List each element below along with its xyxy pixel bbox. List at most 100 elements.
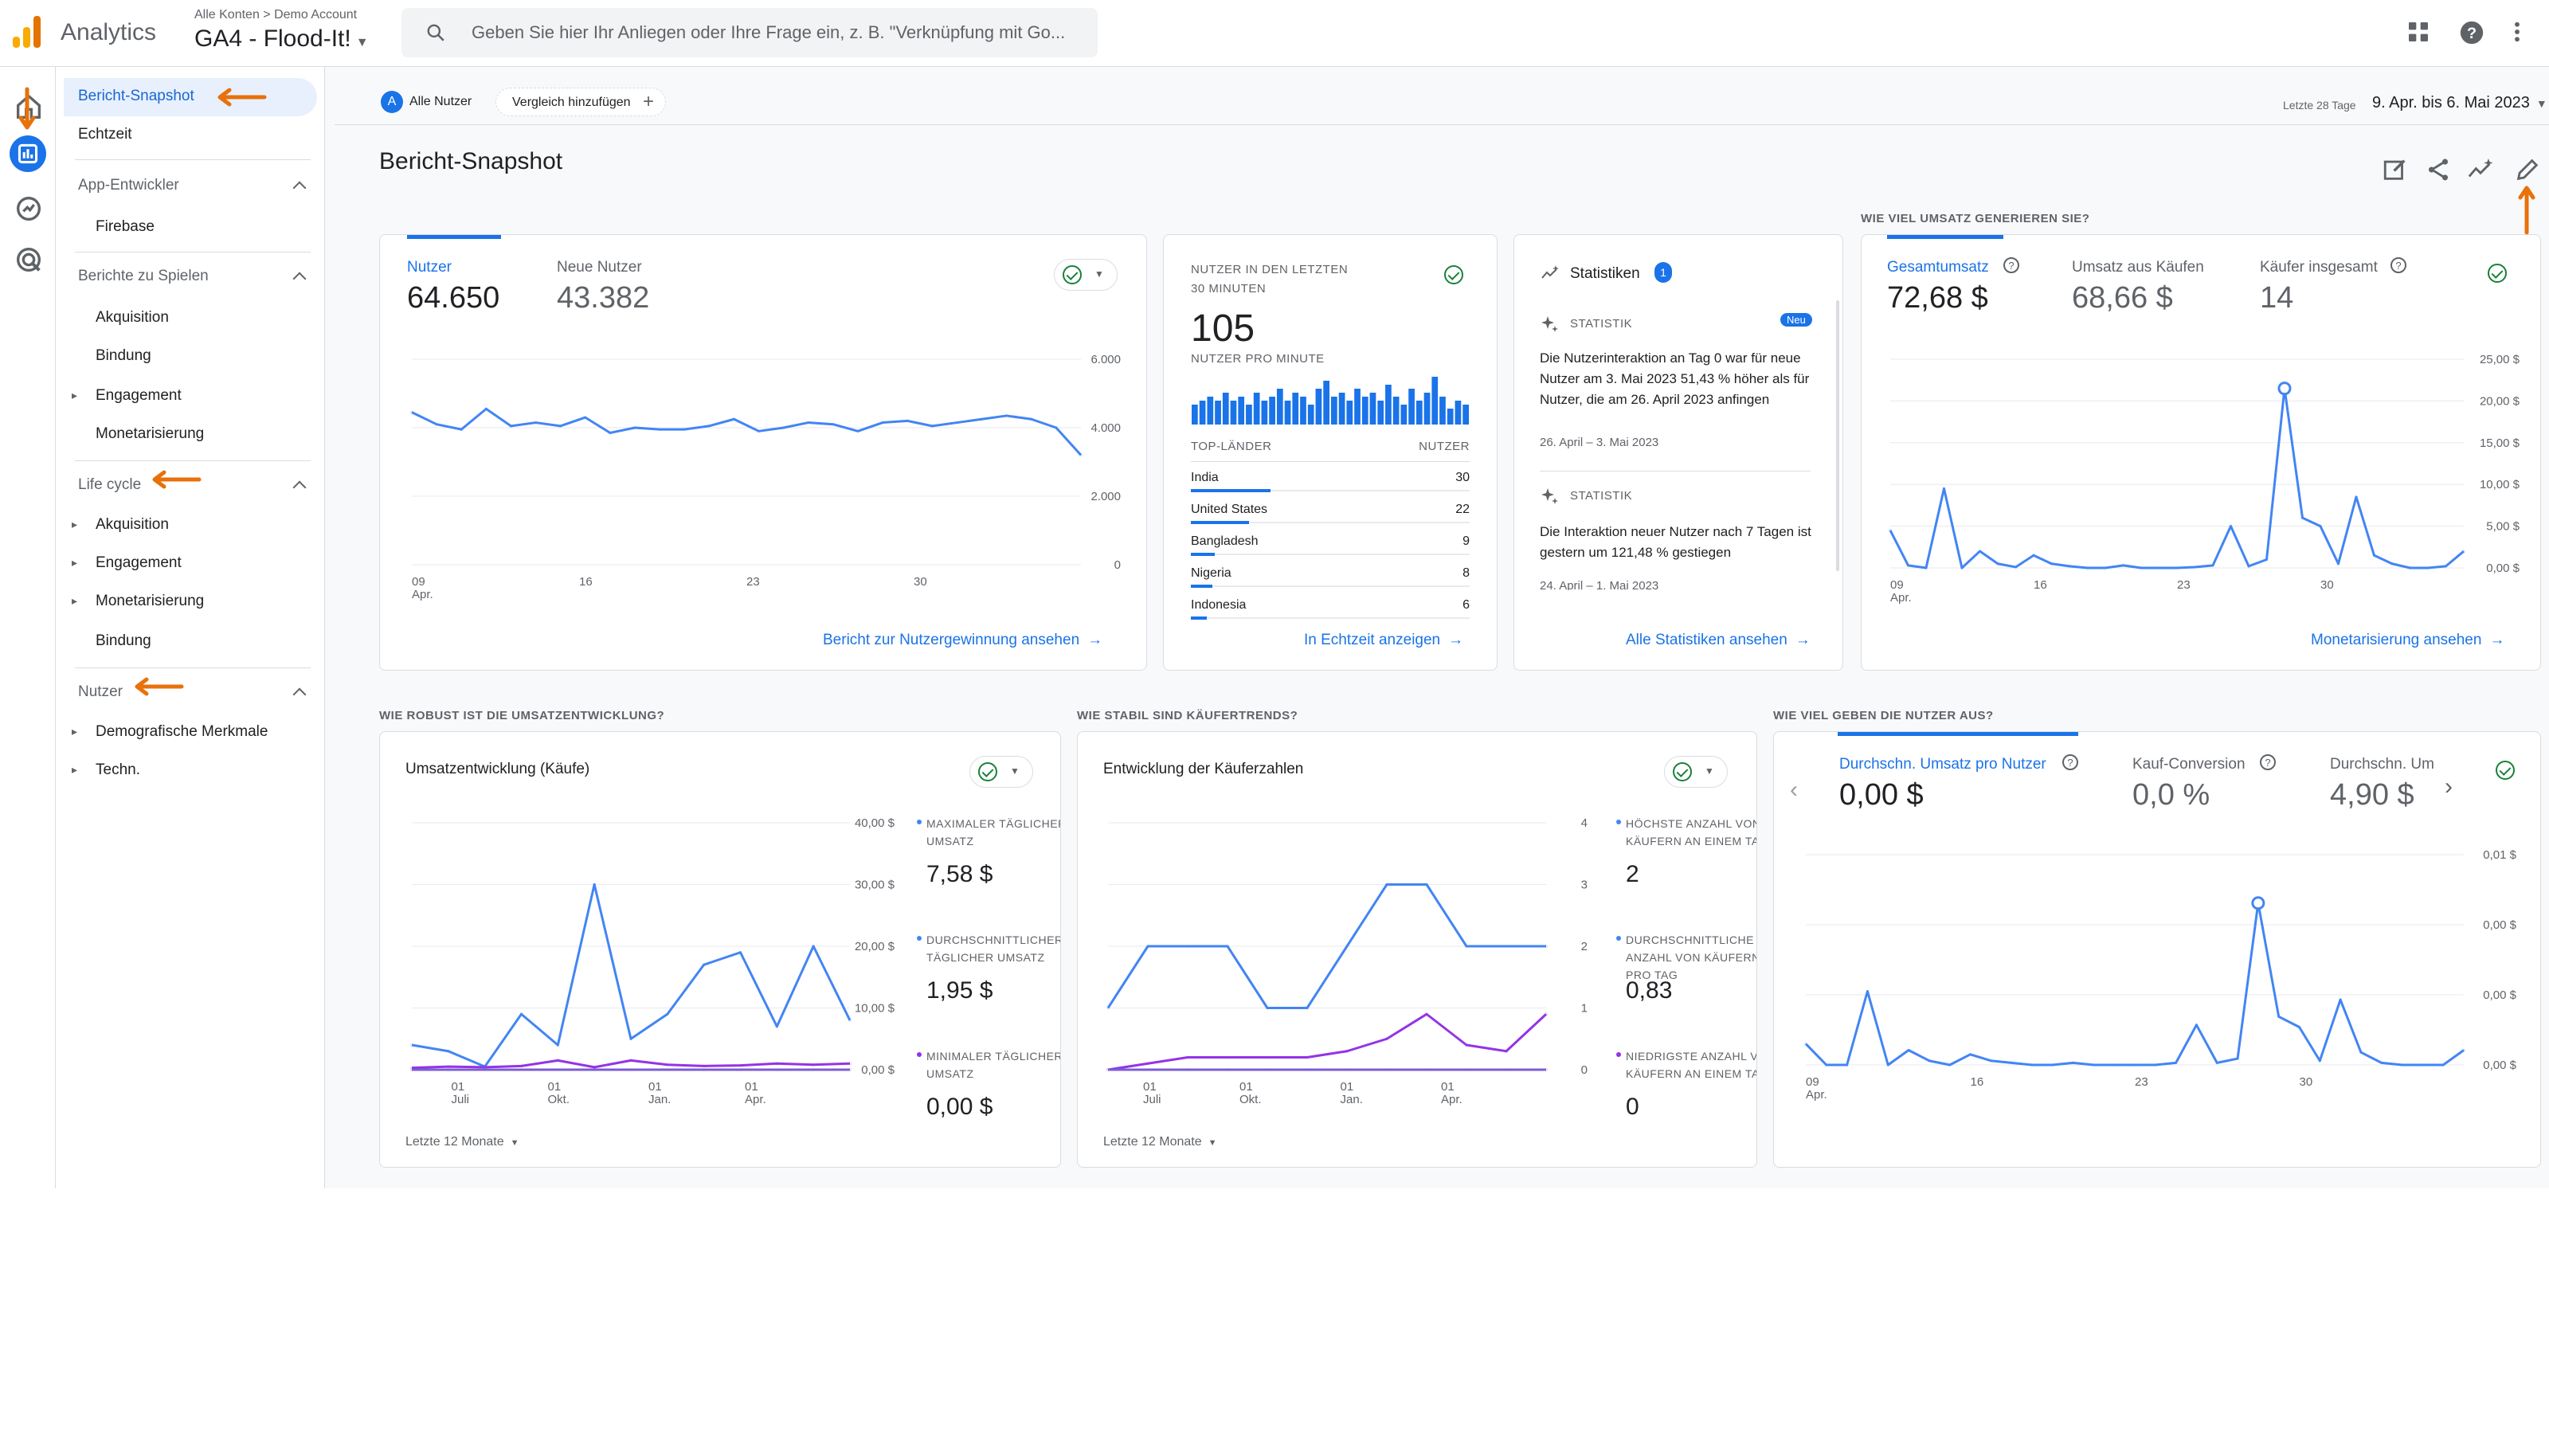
chevron-down-icon: ▼ bbox=[2535, 97, 2547, 110]
sparkle-icon bbox=[1541, 488, 1558, 504]
search-bar[interactable]: Geben Sie hier Ihr Anliegen oder Ihre Fr… bbox=[401, 8, 1098, 57]
insight-text[interactable]: Die Interaktion neuer Nutzer nach 7 Tage… bbox=[1540, 522, 1819, 563]
stat-label: NIEDRIGSTE ANZAHL VON KÄUFERN AN EINEM T… bbox=[1626, 1050, 1756, 1080]
chevron-down-icon: ▼ bbox=[1208, 1138, 1217, 1148]
period-selector[interactable]: Letzte 12 Monate ▼ bbox=[1103, 1135, 1217, 1149]
series-line-1 bbox=[1107, 1012, 1548, 1071]
period-label: Letzte 12 Monate bbox=[1103, 1135, 1202, 1149]
insights-count-badge: 1 bbox=[1654, 262, 1672, 283]
apps-grid-icon[interactable] bbox=[2406, 19, 2431, 45]
report-navigation: Bericht-Snapshot Echtzeit App-Entwickler… bbox=[56, 67, 325, 1188]
add-comparison-button[interactable]: Vergleich hinzufügen + bbox=[495, 88, 666, 116]
more-vert-icon[interactable] bbox=[2509, 19, 2525, 45]
nav-section-games[interactable]: Berichte zu Spielen bbox=[78, 268, 209, 285]
realtime-link[interactable]: In Echtzeit anzeigen → bbox=[1304, 632, 1463, 649]
nav-item-demographics[interactable]: Demografische Merkmale bbox=[96, 723, 268, 741]
per-minute-bar bbox=[1400, 405, 1408, 425]
expand-arrow-icon[interactable]: ▸ bbox=[72, 556, 77, 569]
advertising-icon[interactable] bbox=[13, 244, 45, 276]
x-tick-label: 01 bbox=[745, 1080, 758, 1094]
per-minute-bar bbox=[1284, 401, 1291, 425]
nav-item-games-engagement[interactable]: Engagement bbox=[96, 387, 182, 405]
x-tick-label: Apr. bbox=[745, 1093, 766, 1106]
per-minute-bar bbox=[1338, 393, 1345, 425]
insight-text[interactable]: Die Nutzerinteraktion an Tag 0 war für n… bbox=[1540, 348, 1819, 410]
insights-card: Statistiken 1 STATISTIK Neu Die Nutzerin… bbox=[1513, 234, 1843, 671]
users-report-link[interactable]: Bericht zur Nutzergewinnung ansehen → bbox=[823, 632, 1102, 649]
y-tick-label: 6.000 bbox=[1090, 353, 1121, 366]
help-icon[interactable]: ? bbox=[2458, 19, 2485, 46]
scrollbar[interactable] bbox=[1836, 300, 1839, 571]
nav-item-games-acquisition[interactable]: Akquisition bbox=[96, 309, 169, 327]
nav-item-lifecycle-monetization[interactable]: Monetarisierung bbox=[96, 593, 204, 610]
period-selector[interactable]: Letzte 12 Monate ▼ bbox=[405, 1135, 519, 1149]
country-share-fill bbox=[1191, 616, 1207, 620]
legend-swatch bbox=[1616, 1052, 1621, 1057]
edit-icon[interactable] bbox=[2514, 156, 2541, 183]
per-minute-bar bbox=[1315, 389, 1322, 425]
add-comparison-label: Vergleich hinzufügen bbox=[512, 96, 631, 109]
expand-arrow-icon[interactable]: ▸ bbox=[72, 725, 77, 738]
per-minute-bar bbox=[1447, 409, 1454, 425]
stat-label: DURCHSCHNITTLICHE ANZAHL VON KÄUFERN PRO… bbox=[1626, 933, 1757, 981]
monetization-link[interactable]: Monetarisierung ansehen → bbox=[2311, 632, 2504, 649]
nav-section-app-dev[interactable]: App-Entwickler bbox=[78, 177, 179, 194]
y-tick-label: 4.000 bbox=[1090, 421, 1121, 435]
y-tick-label: 20,00 $ bbox=[855, 940, 895, 953]
arrow-forward-icon: → bbox=[1795, 632, 1811, 648]
x-tick-label: Jan. bbox=[1341, 1093, 1363, 1106]
per-minute-bar bbox=[1292, 393, 1299, 425]
nav-item-games-monetization[interactable]: Monetarisierung bbox=[96, 425, 204, 443]
nav-item-realtime[interactable]: Echtzeit bbox=[78, 126, 132, 143]
nav-item-lifecycle-acquisition[interactable]: Akquisition bbox=[96, 516, 169, 534]
nav-item-games-retention[interactable]: Bindung bbox=[96, 347, 151, 365]
legend-swatch bbox=[917, 1052, 922, 1057]
series-line-0 bbox=[1889, 387, 2465, 569]
y-tick-label: 2 bbox=[1581, 940, 1588, 953]
all-insights-link[interactable]: Alle Statistiken ansehen → bbox=[1626, 632, 1811, 649]
stat-value: 7,58 $ bbox=[926, 861, 993, 887]
property-selector[interactable]: GA4 - Flood-It! ▼ bbox=[194, 25, 369, 53]
chevron-up-icon[interactable] bbox=[292, 181, 307, 195]
x-tick-label: Apr. bbox=[1806, 1088, 1827, 1102]
country-name: Indonesia bbox=[1191, 598, 1247, 612]
arrow-forward-icon: → bbox=[2489, 632, 2505, 648]
nav-section-user[interactable]: Nutzer bbox=[78, 683, 123, 701]
chevron-up-icon[interactable] bbox=[292, 272, 307, 286]
nav-item-lifecycle-engagement[interactable]: Engagement bbox=[96, 554, 182, 572]
svg-text:?: ? bbox=[2467, 25, 2477, 42]
share-icon[interactable] bbox=[2425, 156, 2452, 183]
nav-item-tech[interactable]: Techn. bbox=[96, 761, 140, 779]
chevron-up-icon[interactable] bbox=[292, 480, 307, 495]
y-tick-label: 0,01 $ bbox=[2483, 848, 2516, 862]
customize-report-icon[interactable] bbox=[2382, 156, 2409, 183]
nav-item-firebase[interactable]: Firebase bbox=[96, 218, 155, 236]
x-tick-label: Juli bbox=[452, 1093, 470, 1106]
y-tick-label: 0 bbox=[1114, 558, 1121, 572]
per-minute-bar bbox=[1431, 377, 1439, 425]
expand-arrow-icon[interactable]: ▸ bbox=[72, 518, 77, 531]
account-breadcrumb[interactable]: Alle Konten > Demo Account bbox=[194, 8, 357, 22]
analytics-logo-icon[interactable] bbox=[13, 16, 41, 48]
expand-arrow-icon[interactable]: ▸ bbox=[72, 594, 77, 608]
y-tick-label: 0,00 $ bbox=[2483, 918, 2516, 932]
explore-icon[interactable] bbox=[13, 193, 45, 225]
date-range-picker[interactable]: 9. Apr. bis 6. Mai 2023 ▼ bbox=[2372, 94, 2547, 112]
annotation-arrow-icon bbox=[217, 88, 267, 107]
legend-swatch bbox=[917, 936, 922, 941]
insights-icon[interactable] bbox=[2466, 156, 2495, 183]
spend-card: ‹ Durchschn. Umsatz pro Nutzer ? 0,00 $ … bbox=[1773, 731, 2541, 1168]
nav-section-lifecycle[interactable]: Life cycle bbox=[78, 476, 141, 494]
nav-item-lifecycle-retention[interactable]: Bindung bbox=[96, 632, 151, 650]
insights-icon bbox=[1541, 265, 1559, 279]
y-tick-label: 3 bbox=[1581, 879, 1588, 892]
reports-icon[interactable] bbox=[10, 135, 46, 172]
all-users-chip[interactable]: A Alle Nutzer bbox=[374, 88, 481, 116]
x-tick-label: 01 bbox=[1441, 1080, 1455, 1094]
expand-arrow-icon[interactable]: ▸ bbox=[72, 389, 77, 402]
annotation-arrow-icon bbox=[2518, 186, 2535, 235]
chevron-up-icon[interactable] bbox=[292, 687, 307, 702]
series-line-0 bbox=[411, 407, 1083, 456]
expand-arrow-icon[interactable]: ▸ bbox=[72, 763, 77, 777]
brand-name: Analytics bbox=[61, 19, 157, 45]
